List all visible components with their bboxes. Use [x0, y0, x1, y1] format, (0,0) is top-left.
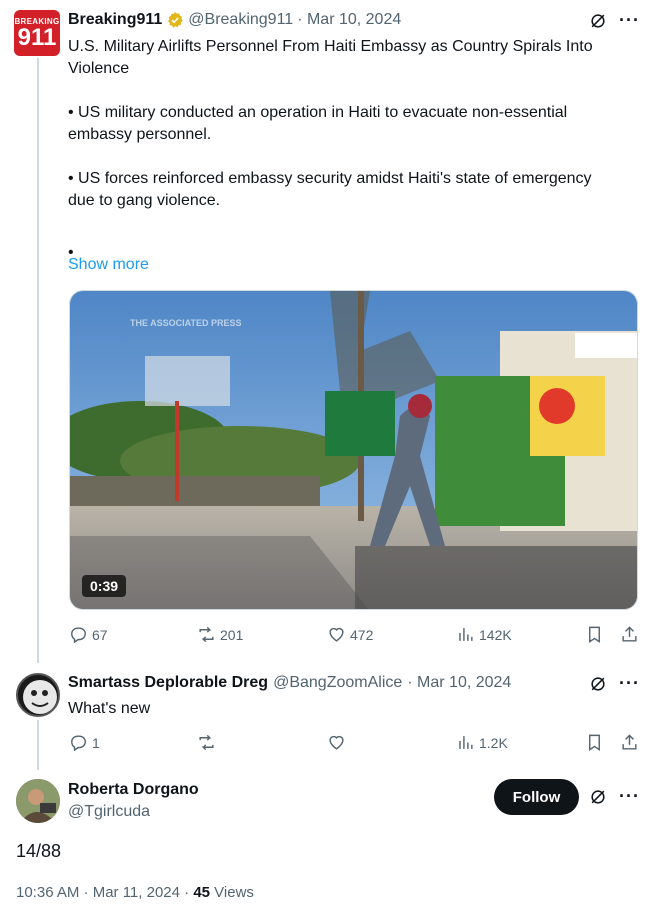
heart-icon — [329, 735, 344, 750]
repost-icon — [199, 626, 214, 643]
grok-icon[interactable] — [588, 787, 608, 812]
share-button[interactable] — [620, 733, 639, 752]
bookmark-button[interactable] — [585, 625, 604, 644]
views-count: 45 — [193, 884, 210, 901]
tweet-timestamp[interactable]: 10:36 AM · Mar 11, 2024 · — [16, 884, 193, 901]
views-icon — [459, 736, 473, 749]
grok-icon[interactable] — [588, 11, 608, 36]
views-button[interactable]: 142K — [456, 625, 512, 644]
views-count: 1.2K — [479, 734, 508, 751]
views-count: 142K — [479, 626, 512, 643]
share-icon — [622, 626, 637, 642]
tweet-body: U.S. Military Airlifts Personnel From Ha… — [68, 36, 643, 264]
photo-avatar-icon — [16, 779, 60, 823]
thread-line-1 — [37, 58, 39, 663]
display-name[interactable]: Breaking911 — [68, 11, 162, 29]
bullet-line: embassy personnel. — [68, 126, 212, 143]
thread-line-2 — [37, 720, 39, 770]
views-icon — [459, 628, 473, 641]
reply-icon — [71, 627, 86, 644]
face-drawing-icon — [23, 680, 57, 714]
video-thumbnail — [70, 291, 637, 609]
show-more-link[interactable]: Show more — [68, 256, 149, 274]
repost-icon — [199, 734, 214, 751]
share-icon — [622, 734, 637, 750]
video-player[interactable]: THE ASSOCIATED PRESS 0:39 — [69, 290, 638, 610]
reply-text: What's new — [68, 700, 151, 717]
grok-icon[interactable] — [588, 674, 608, 699]
bullet-line: • — [68, 244, 74, 261]
reply-button[interactable]: 1 — [69, 733, 100, 752]
repost-button[interactable] — [197, 733, 216, 752]
bullet-line: due to gang violence. — [68, 192, 221, 209]
tweet-text-line: U.S. Military Airlifts Personnel From Ha… — [68, 38, 593, 55]
main-tweet-header: Breaking911 @Breaking911 · Mar 10, 2024 — [68, 11, 401, 29]
breaking911-avatar[interactable]: BREAKING 911 — [14, 10, 60, 56]
verified-badge-icon — [166, 11, 184, 29]
reply-tweet-header: Smartass Deplorable Dreg @BangZoomAlice … — [68, 674, 511, 692]
more-options-button[interactable]: ··· — [619, 673, 640, 694]
tweet-timestamp-row: 10:36 AM · Mar 11, 2024 · 45 Views — [16, 884, 254, 901]
reply-icon — [71, 735, 86, 752]
like-button[interactable] — [327, 733, 346, 752]
like-count: 472 — [350, 626, 374, 643]
like-button[interactable]: 472 — [327, 625, 373, 644]
display-name[interactable]: Roberta Dorgano — [68, 781, 199, 799]
handle[interactable]: @Tgirlcuda — [68, 803, 150, 821]
heart-icon — [329, 627, 344, 642]
logo-main-text: 911 — [17, 23, 57, 51]
reply-button[interactable]: 67 — [69, 625, 108, 644]
handle[interactable]: @BangZoomAlice — [273, 674, 402, 692]
bullet-line: • US forces reinforced embassy security … — [68, 170, 592, 187]
repost-count: 201 — [220, 626, 244, 643]
bookmark-button[interactable] — [585, 733, 604, 752]
video-watermark: THE ASSOCIATED PRESS — [130, 318, 242, 328]
handle[interactable]: @Breaking911 — [188, 11, 293, 29]
roberta-avatar[interactable] — [16, 779, 60, 823]
follow-button[interactable]: Follow — [494, 779, 579, 815]
share-button[interactable] — [620, 625, 639, 644]
repost-button[interactable]: 201 — [197, 625, 243, 644]
bullet-line: • US military conducted an operation in … — [68, 104, 568, 121]
tweet-date[interactable]: · Mar 10, 2024 — [407, 674, 511, 692]
views-button[interactable]: 1.2K — [456, 733, 508, 752]
tweet-text-line: Violence — [68, 60, 130, 77]
tweet-date[interactable]: · Mar 10, 2024 — [297, 11, 401, 29]
bookmark-icon — [589, 734, 600, 751]
display-name[interactable]: Smartass Deplorable Dreg — [68, 674, 268, 692]
more-options-button[interactable]: ··· — [619, 10, 640, 31]
reply-count: 67 — [92, 626, 108, 643]
video-duration: 0:39 — [82, 575, 127, 597]
more-options-button[interactable]: ··· — [619, 786, 640, 807]
focal-tweet-text: 14/88 — [16, 841, 62, 861]
smartass-avatar[interactable] — [16, 673, 60, 717]
bookmark-icon — [589, 626, 600, 643]
views-label: Views — [210, 884, 254, 901]
reply-count: 1 — [92, 734, 100, 751]
